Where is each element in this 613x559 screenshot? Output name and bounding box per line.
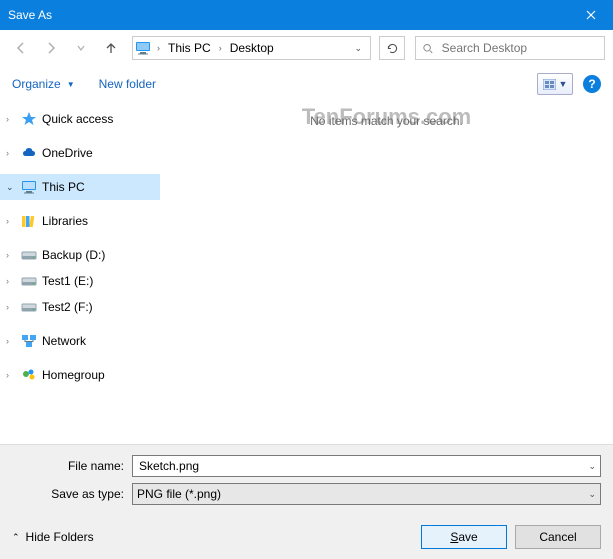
save-button[interactable]: Save bbox=[421, 525, 507, 549]
breadcrumb-separator: › bbox=[155, 43, 162, 53]
up-button[interactable] bbox=[98, 35, 124, 61]
organize-label: Organize bbox=[12, 77, 61, 91]
expand-icon[interactable]: › bbox=[6, 114, 16, 124]
forward-button[interactable] bbox=[38, 35, 64, 61]
chevron-down-icon[interactable]: ⌄ bbox=[588, 461, 596, 472]
expand-icon[interactable]: › bbox=[6, 216, 16, 226]
tree-item-label: Quick access bbox=[42, 112, 113, 126]
tree-item-network[interactable]: › Network bbox=[0, 328, 160, 354]
chevron-down-icon: ▼ bbox=[559, 79, 568, 89]
file-name-input[interactable] bbox=[137, 458, 596, 474]
tree-item-label: Test2 (F:) bbox=[42, 300, 93, 314]
tree-item-this-pc[interactable]: ⌄ This PC bbox=[0, 174, 160, 200]
tree-item-backup-drive[interactable]: › Backup (D:) bbox=[0, 242, 160, 268]
breadcrumb-desktop[interactable]: Desktop bbox=[224, 37, 280, 59]
tree-item-label: Backup (D:) bbox=[42, 248, 105, 262]
star-icon bbox=[20, 111, 38, 127]
chevron-down-icon[interactable]: ⌄ bbox=[588, 489, 596, 500]
navigation-tree[interactable]: › Quick access › OneDrive ⌄ This PC › bbox=[0, 102, 160, 444]
search-icon bbox=[422, 42, 434, 55]
arrow-left-icon bbox=[13, 40, 29, 56]
footer-row: ⌃ Hide Folders Save Cancel bbox=[12, 511, 601, 549]
window-title: Save As bbox=[8, 8, 52, 22]
save-type-value: PNG file (*.png) bbox=[137, 487, 221, 501]
close-button[interactable] bbox=[568, 0, 613, 30]
tree-item-homegroup[interactable]: › Homegroup bbox=[0, 362, 160, 388]
tree-item-test2-drive[interactable]: › Test2 (F:) bbox=[0, 294, 160, 320]
chevron-up-icon: ⌃ bbox=[12, 532, 20, 543]
address-dropdown[interactable]: ⌄ bbox=[348, 43, 368, 54]
tree-item-label: Test1 (E:) bbox=[42, 274, 93, 288]
breadcrumb-separator: › bbox=[217, 43, 224, 53]
tree-item-label: Homegroup bbox=[42, 368, 105, 382]
save-button-rest: ave bbox=[458, 530, 477, 544]
organize-menu[interactable]: Organize ▼ bbox=[12, 77, 75, 91]
tree-item-libraries[interactable]: › Libraries bbox=[0, 208, 160, 234]
expand-icon[interactable]: › bbox=[6, 302, 16, 312]
view-icon bbox=[543, 79, 556, 90]
file-name-label: File name: bbox=[12, 459, 132, 473]
empty-message: No items match your search. bbox=[160, 114, 613, 128]
pc-icon bbox=[20, 179, 38, 195]
drive-icon bbox=[20, 273, 38, 289]
new-folder-button[interactable]: New folder bbox=[99, 77, 156, 91]
file-name-combo[interactable]: ⌄ bbox=[132, 455, 601, 477]
chevron-down-icon: ▼ bbox=[67, 80, 75, 89]
body-split: › Quick access › OneDrive ⌄ This PC › bbox=[0, 102, 613, 444]
breadcrumb-this-pc[interactable]: This PC bbox=[162, 37, 217, 59]
this-pc-icon bbox=[135, 40, 151, 56]
hide-folders-label: Hide Folders bbox=[26, 530, 94, 544]
expand-icon[interactable]: › bbox=[6, 370, 16, 380]
tree-item-label: Libraries bbox=[42, 214, 88, 228]
address-bar[interactable]: › This PC › Desktop ⌄ bbox=[132, 36, 371, 60]
view-options-button[interactable]: ▼ bbox=[537, 73, 573, 95]
collapse-icon[interactable]: ⌄ bbox=[6, 182, 16, 193]
libraries-icon bbox=[20, 213, 38, 229]
close-icon bbox=[586, 10, 596, 20]
hide-folders-button[interactable]: ⌃ Hide Folders bbox=[12, 530, 94, 544]
expand-icon[interactable]: › bbox=[6, 250, 16, 260]
arrow-right-icon bbox=[43, 40, 59, 56]
expand-icon[interactable]: › bbox=[6, 336, 16, 346]
command-bar: Organize ▼ New folder ▼ ? bbox=[0, 66, 613, 102]
expand-icon[interactable]: › bbox=[6, 276, 16, 286]
save-type-select[interactable]: PNG file (*.png) ⌄ bbox=[132, 483, 601, 505]
tree-item-test1-drive[interactable]: › Test1 (E:) bbox=[0, 268, 160, 294]
title-bar: Save As bbox=[0, 0, 613, 30]
file-list-pane[interactable]: TenForums.com No items match your search… bbox=[160, 102, 613, 444]
navigation-bar: › This PC › Desktop ⌄ bbox=[0, 30, 613, 66]
help-button[interactable]: ? bbox=[583, 75, 601, 93]
tree-item-label: Network bbox=[42, 334, 86, 348]
help-icon: ? bbox=[588, 77, 595, 91]
tree-item-onedrive[interactable]: › OneDrive bbox=[0, 140, 160, 166]
save-type-label: Save as type: bbox=[12, 487, 132, 501]
file-name-row: File name: ⌄ bbox=[12, 455, 601, 477]
cloud-icon bbox=[20, 145, 38, 161]
search-box[interactable] bbox=[415, 36, 605, 60]
back-button[interactable] bbox=[8, 35, 34, 61]
tree-item-label: This PC bbox=[42, 180, 85, 194]
cancel-button[interactable]: Cancel bbox=[515, 525, 601, 549]
search-input[interactable] bbox=[440, 40, 598, 56]
drive-icon bbox=[20, 299, 38, 315]
chevron-down-icon bbox=[76, 43, 86, 53]
tree-item-quick-access[interactable]: › Quick access bbox=[0, 106, 160, 132]
save-panel: File name: ⌄ Save as type: PNG file (*.p… bbox=[0, 444, 613, 559]
drive-icon bbox=[20, 247, 38, 263]
refresh-button[interactable] bbox=[379, 36, 405, 60]
arrow-up-icon bbox=[103, 40, 119, 56]
expand-icon[interactable]: › bbox=[6, 148, 16, 158]
refresh-icon bbox=[386, 42, 399, 55]
save-type-row: Save as type: PNG file (*.png) ⌄ bbox=[12, 483, 601, 505]
network-icon bbox=[20, 333, 38, 349]
tree-item-label: OneDrive bbox=[42, 146, 93, 160]
recent-locations-button[interactable] bbox=[68, 35, 94, 61]
homegroup-icon bbox=[20, 367, 38, 383]
